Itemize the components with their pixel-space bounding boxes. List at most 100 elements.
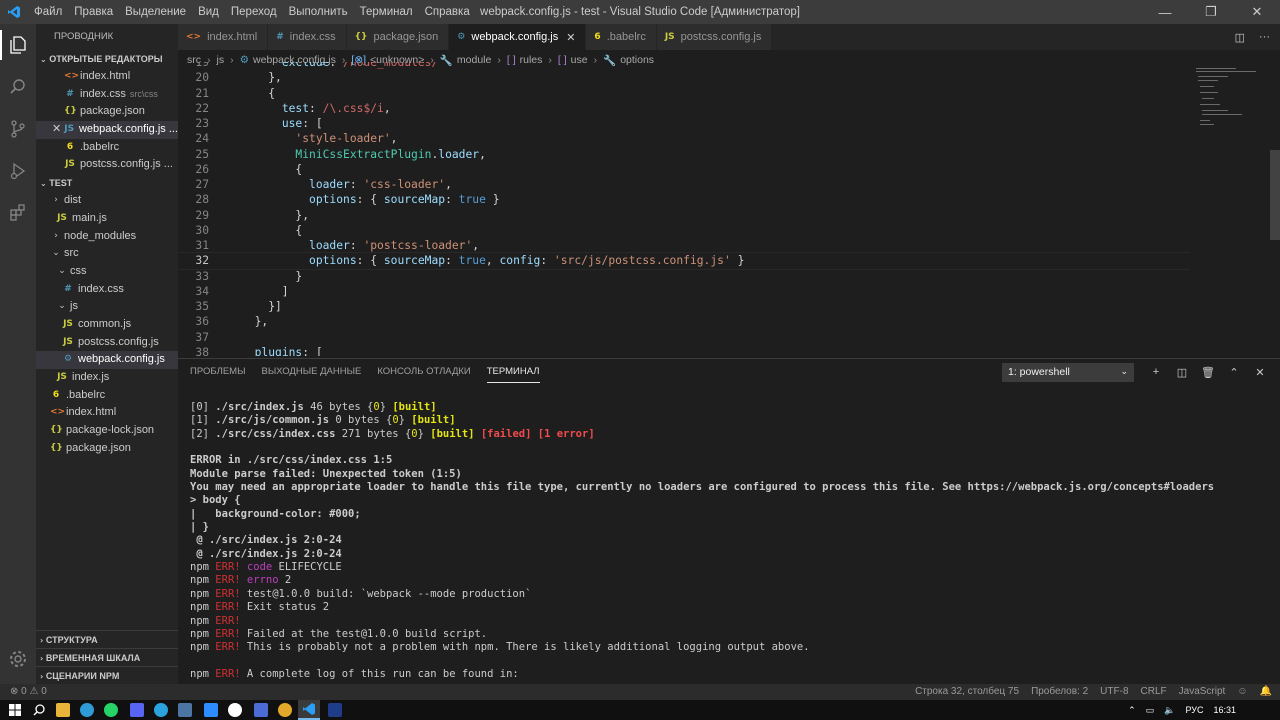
tab-webpack-config[interactable]: ⚙ webpack.config.js ✕ (449, 24, 587, 50)
code-line: 27 loader: 'css-loader', (195, 178, 452, 191)
tree-file-main-js[interactable]: JS main.js (36, 210, 178, 228)
timeline-section[interactable]: › ВРЕМЕННАЯ ШКАЛА (36, 648, 178, 666)
indentation[interactable]: Пробелов: 2 (1031, 684, 1088, 700)
menu-selection[interactable]: Выделение (119, 0, 192, 24)
open-editor-package-json[interactable]: {} package.json (36, 103, 178, 121)
menu-view[interactable]: Вид (192, 0, 225, 24)
menu-terminal[interactable]: Терминал (354, 0, 419, 24)
windows-start-icon[interactable] (9, 704, 21, 716)
terminal-line: npm ERR! (190, 614, 241, 627)
manage-gear-icon[interactable] (0, 638, 36, 680)
project-section[interactable]: ⌄ TEST (36, 174, 178, 192)
tab-babelrc[interactable]: 6 .babelrc (586, 24, 657, 50)
add-terminal-icon[interactable]: + (1148, 366, 1164, 378)
split-terminal-icon[interactable]: ◫ (1174, 366, 1190, 379)
extensions-icon[interactable] (0, 192, 36, 234)
close-tab-icon[interactable]: ✕ (566, 31, 575, 44)
close-editor-icon[interactable]: ✕ (52, 121, 63, 139)
app-icon[interactable] (228, 703, 242, 717)
close-panel-icon[interactable]: ✕ (1252, 366, 1268, 379)
maximize-panel-icon[interactable]: ⌃ (1226, 366, 1242, 379)
encoding[interactable]: UTF-8 (1100, 684, 1128, 700)
app-icon[interactable] (254, 703, 268, 717)
network-icon[interactable]: ▭ (1146, 700, 1155, 720)
vscode-taskbar-icon[interactable] (298, 700, 320, 720)
tree-file-index-html[interactable]: <> index.html (36, 404, 178, 422)
outline-section[interactable]: › СТРУКТУРА (36, 630, 178, 648)
tree-file-common-js[interactable]: JS common.js (36, 316, 178, 334)
open-editor-postcss-config[interactable]: JS postcss.config.js ... (36, 156, 178, 174)
whatsapp-icon[interactable] (104, 703, 118, 717)
app-icon[interactable] (178, 703, 192, 717)
tree-file-package-json[interactable]: {} package.json (36, 440, 178, 458)
search-icon[interactable] (0, 66, 36, 108)
code-line: 25 MiniCssExtractPlugin.loader, (195, 147, 486, 161)
language-mode[interactable]: JavaScript (1179, 684, 1226, 700)
tree-file-babelrc[interactable]: 6 .babelrc (36, 387, 178, 405)
js-file-icon: JS (63, 318, 73, 329)
menu-go[interactable]: Переход (225, 0, 283, 24)
tab-debug-console[interactable]: КОНСОЛЬ ОТЛАДКИ (377, 359, 470, 385)
tree-folder-dist[interactable]: › dist (36, 192, 178, 210)
editor-scrollbar[interactable] (1270, 150, 1280, 240)
keyboard-layout[interactable]: РУС (1185, 700, 1203, 720)
open-editor-webpack-config[interactable]: ✕ JS webpack.config.js ... (36, 121, 178, 139)
more-actions-icon[interactable]: ··· (1259, 31, 1270, 43)
tree-file-webpack-config[interactable]: ⚙ webpack.config.js (36, 351, 178, 369)
powershell-icon[interactable] (328, 703, 342, 717)
chrome-icon[interactable] (278, 703, 292, 717)
terminal-select[interactable]: 1: powershell ⌄ (1002, 363, 1134, 382)
run-debug-icon[interactable] (0, 150, 36, 192)
tree-file-index-js[interactable]: JS index.js (36, 369, 178, 387)
trash-icon[interactable]: 🗑 (1200, 366, 1216, 379)
code-editor[interactable]: 19 exclude: /node_modules/ 20 }, 21 { 22… (178, 62, 1190, 356)
tree-folder-css[interactable]: ⌄ css (36, 263, 178, 281)
tab-terminal[interactable]: ТЕРМИНАЛ (486, 362, 540, 383)
open-editor-index-css[interactable]: # index.css src\css (36, 86, 178, 104)
tree-folder-js[interactable]: ⌄ js (36, 298, 178, 316)
minimize-icon[interactable]: — (1142, 0, 1188, 24)
tree-file-postcss-config[interactable]: JS postcss.config.js (36, 334, 178, 352)
close-icon[interactable]: ✕ (1234, 0, 1280, 24)
minimap[interactable] (1190, 62, 1280, 356)
tab-problems[interactable]: ПРОБЛЕМЫ (190, 359, 245, 385)
telegram-icon[interactable] (154, 703, 168, 717)
open-editor-index-html[interactable]: <> index.html (36, 68, 178, 86)
file-explorer-icon[interactable] (56, 703, 70, 717)
source-control-icon[interactable] (0, 108, 36, 150)
app-icon[interactable] (204, 703, 218, 717)
notifications-icon[interactable]: 🔔 (1260, 684, 1272, 700)
chevron-up-icon[interactable]: ⌃ (1128, 700, 1136, 720)
volume-icon[interactable]: 🔈 (1164, 700, 1175, 720)
clock[interactable]: 16:31 (1213, 700, 1236, 720)
cursor-position[interactable]: Строка 32, столбец 75 (915, 684, 1019, 700)
tree-folder-node-modules[interactable]: › node_modules (36, 228, 178, 246)
terminal-output[interactable]: [0] ./src/index.js 46 bytes {0} [built] … (190, 401, 1270, 681)
maximize-icon[interactable]: ❐ (1188, 0, 1234, 24)
tree-file-index-css[interactable]: # index.css (36, 281, 178, 299)
tree-folder-src[interactable]: ⌄ src (36, 245, 178, 263)
tab-output[interactable]: ВЫХОДНЫЕ ДАННЫЕ (261, 359, 361, 385)
search-icon[interactable] (32, 703, 46, 717)
problems-status[interactable]: ⊗ 0 ⚠ 0 (10, 684, 47, 700)
open-editors-section[interactable]: ⌄ ОТКРЫТЫЕ РЕДАКТОРЫ (36, 50, 178, 68)
menu-help[interactable]: Справка (419, 0, 476, 24)
tab-index-html[interactable]: <> index.html (178, 24, 269, 50)
tab-index-css[interactable]: # index.css (268, 24, 347, 50)
explorer-icon[interactable] (0, 24, 36, 66)
split-editor-icon[interactable]: ◫ (1235, 31, 1245, 44)
open-editor-babelrc[interactable]: 6 .babelrc (36, 139, 178, 157)
tab-package-json[interactable]: {} package.json (346, 24, 450, 50)
tree-file-package-lock-json[interactable]: {} package-lock.json (36, 422, 178, 440)
app-icon[interactable] (130, 703, 144, 717)
terminal-line: @ ./src/index.js 2:0-24 (190, 547, 342, 560)
js-file-icon: JS (65, 159, 75, 170)
menu-file[interactable]: Файл (28, 0, 68, 24)
tab-postcss-config[interactable]: JS postcss.config.js (656, 24, 773, 50)
menu-run[interactable]: Выполнить (283, 0, 354, 24)
line-ending[interactable]: CRLF (1141, 684, 1167, 700)
npm-scripts-section[interactable]: › СЦЕНАРИИ NPM (36, 666, 178, 684)
menu-edit[interactable]: Правка (68, 0, 119, 24)
feedback-icon[interactable]: ☺ (1237, 684, 1247, 700)
app-icon[interactable] (80, 703, 94, 717)
